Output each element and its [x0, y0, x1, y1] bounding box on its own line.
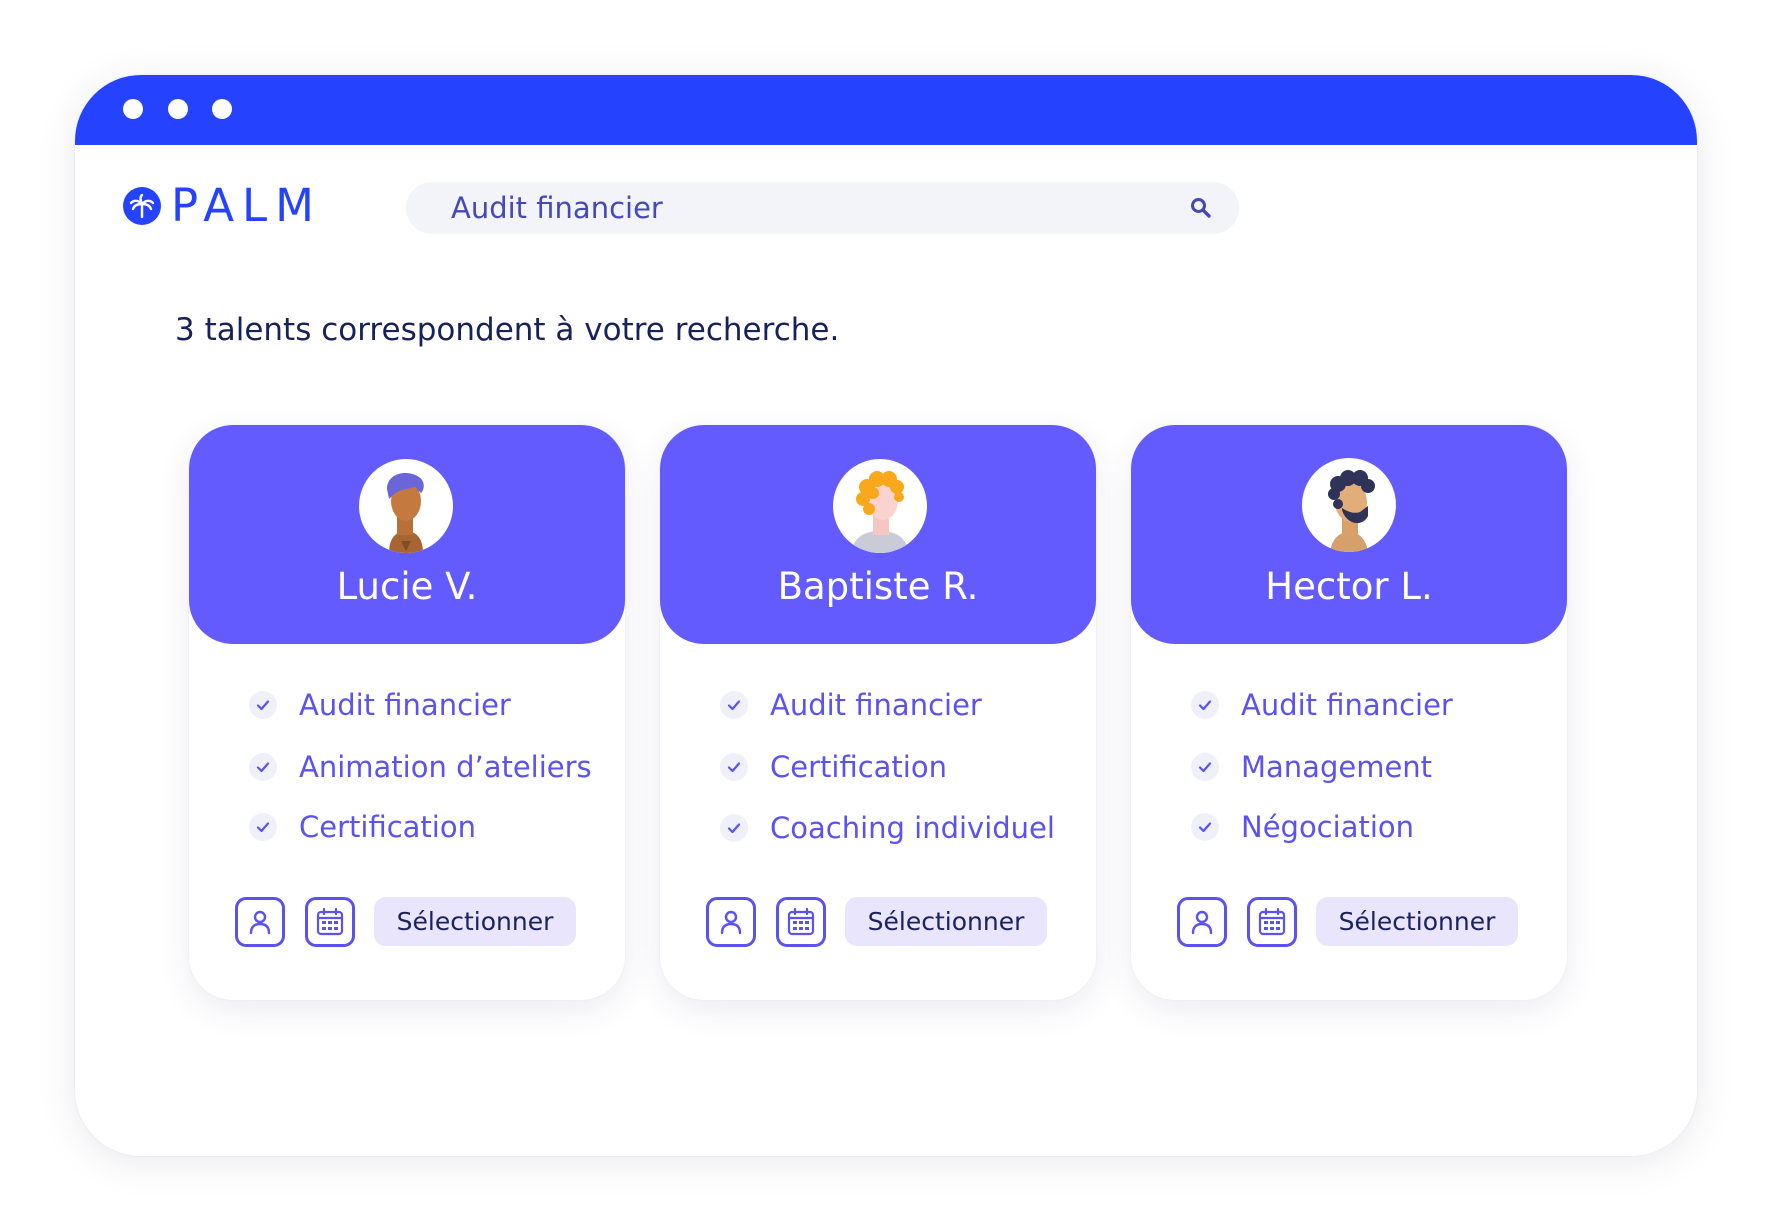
user-icon[interactable]	[706, 897, 756, 947]
search-input[interactable]: Audit financier	[451, 182, 663, 234]
check-icon	[720, 691, 748, 719]
palm-tree-icon	[123, 187, 161, 225]
skill-item: Coaching individuel	[720, 808, 1055, 848]
talent-card-header: Baptiste R.	[660, 425, 1096, 644]
skill-item: Certification	[720, 747, 947, 787]
window-dot	[212, 99, 232, 119]
avatar[interactable]	[359, 459, 453, 553]
skill-item: Négociation	[1191, 807, 1414, 847]
results-summary: 3 talents correspondent à votre recherch…	[175, 312, 840, 348]
check-icon	[249, 813, 277, 841]
skill-label: Certification	[299, 810, 476, 844]
avatar[interactable]	[833, 459, 927, 553]
check-icon	[720, 753, 748, 781]
talent-card: Lucie V. Audit financier Animation d’ate…	[189, 425, 625, 1000]
talent-card-header: Lucie V.	[189, 425, 625, 644]
check-icon	[1191, 691, 1219, 719]
check-icon	[720, 814, 748, 842]
skill-item: Animation d’ateliers	[249, 747, 592, 787]
search-icon[interactable]	[1189, 196, 1213, 220]
window-title-bar	[75, 75, 1697, 145]
skill-item: Management	[1191, 747, 1432, 787]
skill-label: Animation d’ateliers	[299, 750, 592, 784]
select-button[interactable]: Sélectionner	[374, 897, 576, 946]
calendar-icon[interactable]	[1247, 897, 1297, 947]
skill-label: Audit financier	[1241, 688, 1453, 722]
skill-item: Audit financier	[249, 685, 511, 725]
select-button[interactable]: Sélectionner	[845, 897, 1047, 946]
talent-card: Hector L. Audit financier Management Nég…	[1131, 425, 1567, 1000]
skill-label: Certification	[770, 750, 947, 784]
user-icon[interactable]	[235, 897, 285, 947]
talent-name: Lucie V.	[336, 565, 478, 608]
skill-label: Management	[1241, 750, 1433, 784]
select-button[interactable]: Sélectionner	[1316, 897, 1518, 946]
calendar-icon[interactable]	[776, 897, 826, 947]
check-icon	[249, 691, 277, 719]
window-dot	[123, 99, 143, 119]
talent-name: Baptiste R.	[777, 565, 979, 608]
skill-label: Négociation	[1241, 810, 1415, 844]
calendar-icon[interactable]	[305, 897, 355, 947]
skill-label: Coaching individuel	[770, 811, 1055, 845]
skill-label: Audit financier	[770, 688, 982, 722]
logo-wordmark: PALM	[171, 179, 322, 232]
talent-card: Baptiste R. Audit financier Certificatio…	[660, 425, 1096, 1000]
search-bar[interactable]: Audit financier	[406, 182, 1239, 234]
window-dot	[168, 99, 188, 119]
talent-name: Hector L.	[1265, 565, 1433, 608]
browser-window: PALM Audit financier 3 talents correspon…	[75, 75, 1697, 1156]
palm-logo[interactable]: PALM	[123, 182, 322, 230]
check-icon	[249, 753, 277, 781]
skill-item: Certification	[249, 807, 476, 847]
talent-card-header: Hector L.	[1131, 425, 1567, 644]
skill-item: Audit financier	[720, 685, 982, 725]
skill-item: Audit financier	[1191, 685, 1453, 725]
avatar[interactable]	[1302, 458, 1396, 552]
skill-label: Audit financier	[299, 688, 511, 722]
user-icon[interactable]	[1177, 897, 1227, 947]
check-icon	[1191, 813, 1219, 841]
check-icon	[1191, 753, 1219, 781]
